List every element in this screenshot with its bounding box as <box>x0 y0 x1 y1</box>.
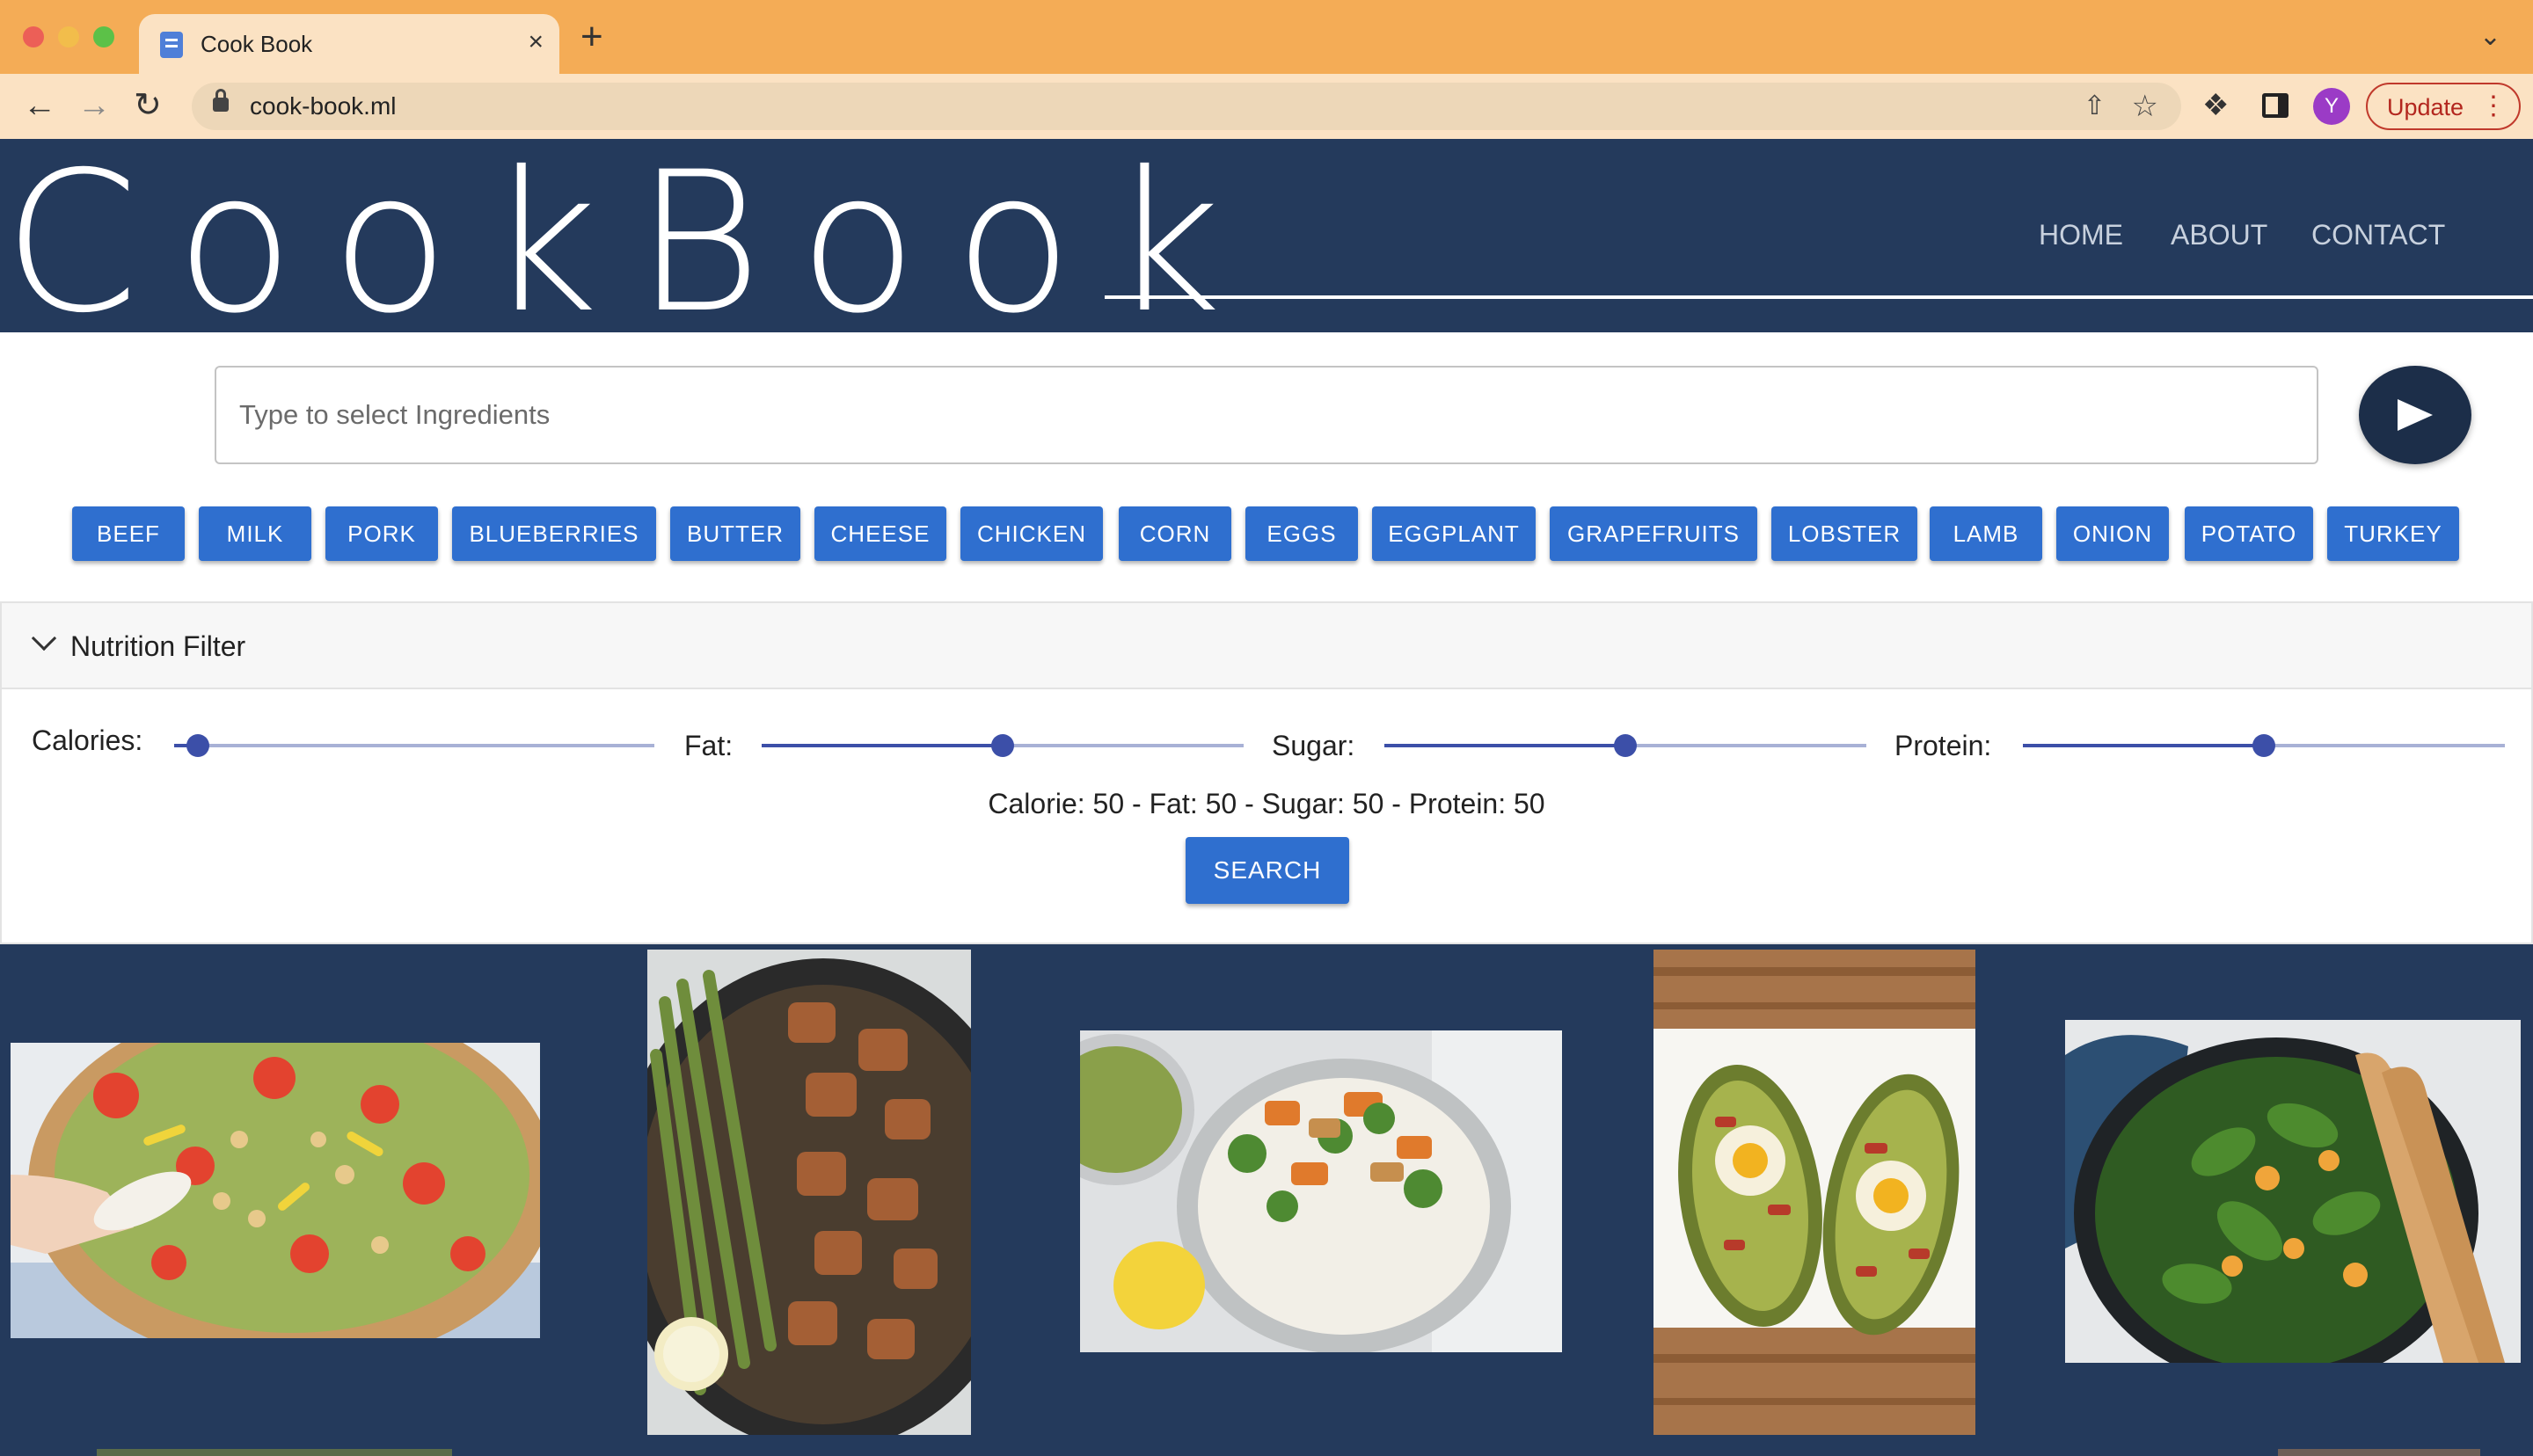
minimize-window-button[interactable] <box>58 26 79 47</box>
sugar-label: Sugar: <box>1272 730 1355 761</box>
fat-slider-fill <box>762 744 1003 747</box>
recipe-image-partial-2[interactable] <box>2278 1449 2480 1456</box>
tab-title: Cook Book <box>201 31 313 57</box>
ingredient-chip-potato[interactable]: POTATO <box>2185 506 2313 561</box>
fat-slider-thumb[interactable] <box>991 734 1014 757</box>
side-panel-icon[interactable] <box>2262 93 2288 118</box>
reload-icon[interactable]: ↻ <box>134 86 162 125</box>
ingredient-search-input[interactable] <box>215 366 2318 464</box>
recipe-image-rice-bowl[interactable] <box>1080 1030 1562 1352</box>
fat-slider[interactable] <box>762 734 1244 757</box>
header-divider <box>1105 295 2533 299</box>
back-arrow-icon[interactable]: ← <box>23 86 56 125</box>
site-logo[interactable]: CookBook <box>4 146 1259 339</box>
recipe-results-grid <box>0 944 2533 1456</box>
ingredient-chip-corn[interactable]: CORN <box>1119 506 1231 561</box>
protein-label: Protein: <box>1894 730 1992 761</box>
search-button[interactable]: SEARCH <box>1186 837 1349 904</box>
nav-about-link[interactable]: ABOUT <box>2171 218 2267 251</box>
chicken-veggie-rice-bowl-photo <box>1080 1030 1562 1352</box>
recipe-image-partial-1[interactable] <box>97 1449 452 1456</box>
protein-slider[interactable] <box>2023 734 2505 757</box>
spinach-salad-photo <box>2065 1020 2521 1363</box>
lock-icon[interactable] <box>213 89 229 112</box>
calories-label: Calories: <box>32 724 143 756</box>
ingredient-chip-cheese[interactable]: CHEESE <box>814 506 946 561</box>
protein-slider-thumb[interactable] <box>2252 734 2275 757</box>
recipe-image-avocado-egg[interactable] <box>1653 950 1975 1435</box>
calories-slider[interactable] <box>174 734 654 757</box>
update-button[interactable]: Update ⋮ <box>2366 83 2521 130</box>
site-header: CookBook HOME ABOUT CONTACT <box>0 139 2533 339</box>
calories-slider-thumb[interactable] <box>186 734 210 757</box>
ingredient-chip-milk[interactable]: MILK <box>199 506 311 561</box>
browser-tab[interactable]: Cook Book × <box>139 14 559 74</box>
sugar-slider-fill <box>1384 744 1625 747</box>
chevron-down-icon <box>31 625 57 652</box>
browser-tab-bar: Cook Book × + ⌄ <box>0 0 2533 74</box>
close-window-button[interactable] <box>23 26 44 47</box>
protein-slider-fill <box>2023 744 2264 747</box>
send-arrow-icon <box>2398 399 2433 431</box>
ingredient-chip-lamb[interactable]: LAMB <box>1930 506 2042 561</box>
ingredient-chip-eggplant[interactable]: EGGPLANT <box>1372 506 1536 561</box>
share-icon[interactable]: ⇧ <box>2084 91 2106 121</box>
browser-toolbar: ← → ↻ cook-book.ml ⇧ ☆ ❖ Y Update ⋮ <box>0 74 2533 139</box>
ingredient-chip-turkey[interactable]: TURKEY <box>2327 506 2459 561</box>
chicken-asparagus-skillet-photo <box>647 950 971 1435</box>
forward-arrow-icon[interactable]: → <box>77 86 111 125</box>
profile-avatar[interactable]: Y <box>2313 88 2350 125</box>
nutrition-filter-title: Nutrition Filter <box>70 630 246 662</box>
ingredient-chip-eggs[interactable]: EGGS <box>1245 506 1358 561</box>
extensions-puzzle-icon[interactable]: ❖ <box>2202 88 2229 123</box>
recipe-image-spinach-salad[interactable] <box>2065 1020 2521 1363</box>
more-menu-icon[interactable]: ⋮ <box>2480 91 2507 121</box>
ingredient-chip-grapefruits[interactable]: GRAPEFRUITS <box>1550 506 1757 561</box>
nutrition-summary: Calorie: 50 - Fat: 50 - Sugar: 50 - Prot… <box>988 788 1545 819</box>
nav-contact-link[interactable]: CONTACT <box>2311 218 2445 251</box>
recipe-image-chickpea-salad[interactable] <box>11 1043 540 1338</box>
recipe-image-chicken-asparagus[interactable] <box>647 950 971 1435</box>
bacon-egg-avocado-photo <box>1653 950 1975 1435</box>
update-label: Update <box>2387 94 2464 120</box>
sugar-slider[interactable] <box>1384 734 1866 757</box>
ingredient-chip-butter[interactable]: BUTTER <box>670 506 800 561</box>
ingredient-chip-lobster[interactable]: LOBSTER <box>1771 506 1917 561</box>
submit-search-button[interactable] <box>2359 366 2471 464</box>
nav-home-link[interactable]: HOME <box>2039 218 2123 251</box>
bookmark-star-icon[interactable]: ☆ <box>2132 90 2158 123</box>
nutrition-filter-panel: Nutrition Filter Calories: Fat: Sugar: P… <box>0 601 2533 944</box>
ingredient-chip-blueberries[interactable]: BLUEBERRIES <box>452 506 656 561</box>
tab-search-chevron-icon[interactable]: ⌄ <box>2479 21 2501 53</box>
ingredient-chip-onion[interactable]: ONION <box>2056 506 2169 561</box>
chickpea-salad-photo <box>11 1043 540 1338</box>
fat-label: Fat: <box>684 730 734 761</box>
sugar-slider-thumb[interactable] <box>1614 734 1637 757</box>
new-tab-icon[interactable]: + <box>580 18 603 56</box>
document-favicon-icon <box>160 32 183 58</box>
ingredient-chip-chicken[interactable]: CHICKEN <box>960 506 1103 561</box>
close-tab-icon[interactable]: × <box>528 26 544 58</box>
address-bar[interactable]: cook-book.ml ⇧ ☆ <box>192 83 2181 130</box>
ingredient-chip-beef[interactable]: BEEF <box>72 506 185 561</box>
url-text[interactable]: cook-book.ml <box>250 92 397 120</box>
nutrition-filter-toggle[interactable]: Nutrition Filter <box>2 603 2531 689</box>
ingredient-chip-pork[interactable]: PORK <box>325 506 438 561</box>
maximize-window-button[interactable] <box>93 26 114 47</box>
